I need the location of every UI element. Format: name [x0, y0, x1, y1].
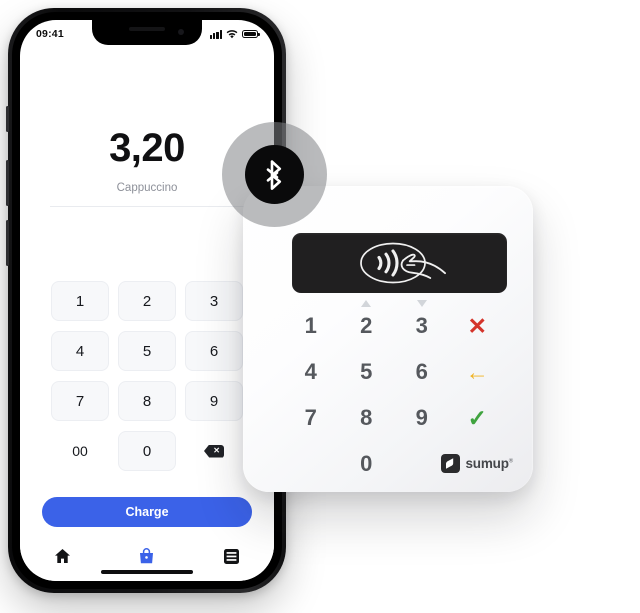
reader-key-2[interactable]: 2	[339, 300, 395, 340]
reader-key-label: 9	[415, 405, 428, 430]
phone-volume-up-button[interactable]	[6, 160, 9, 206]
reader-key-label: 1	[304, 313, 317, 338]
sumup-card-reader: 1 2 3 ✕ 4 5 6 ← 7 8 9 ✓ 0 sumup®	[243, 186, 533, 492]
contactless-payment-icon	[359, 242, 446, 284]
reader-key-label: 6	[415, 359, 428, 384]
amount-divider	[50, 206, 244, 207]
sumup-logo-icon	[440, 454, 460, 473]
wifi-icon	[226, 29, 238, 38]
battery-icon	[242, 30, 260, 38]
list-menu-icon	[224, 548, 240, 564]
bluetooth-badge-core	[245, 145, 304, 204]
scene-canvas: 09:41 3,20 Cappuccino 1 2 3 4 5 6 7 8 9 00 0 ✕	[0, 0, 640, 613]
keypad-key-label: 2	[142, 292, 152, 310]
keypad-key-0[interactable]: 0	[118, 431, 176, 471]
keypad-key-label: 5	[142, 342, 152, 360]
status-icon-group	[209, 29, 260, 39]
reader-key-label: 0	[360, 451, 373, 476]
keypad-key-label: 8	[142, 392, 152, 410]
keypad-key-2[interactable]: 2	[118, 281, 176, 321]
cancel-x-icon: ✕	[467, 312, 487, 339]
keypad-key-label: 3	[209, 292, 219, 310]
reader-key-5[interactable]: 5	[339, 358, 395, 386]
signal-bars-icon	[209, 29, 222, 39]
shopping-bag-icon	[140, 548, 154, 564]
reader-key-label: 8	[360, 405, 373, 430]
tab-sell[interactable]	[130, 544, 164, 568]
charge-button[interactable]: Charge	[42, 497, 252, 527]
reader-key-label: 3	[415, 313, 428, 338]
reader-key-0[interactable]: 0	[339, 450, 395, 478]
keypad-key-label: 7	[75, 392, 85, 410]
reader-key-label: 5	[360, 359, 373, 384]
keypad-key-label: 0	[142, 442, 152, 460]
tab-home[interactable]	[45, 544, 79, 568]
phone-volume-down-button[interactable]	[6, 220, 9, 266]
reader-key-3[interactable]: 3	[394, 300, 450, 340]
reader-key-4[interactable]: 4	[283, 358, 339, 386]
bottom-tab-bar[interactable]	[20, 539, 274, 581]
charge-button-label: Charge	[125, 505, 169, 519]
reader-key-6[interactable]: 6	[394, 358, 450, 386]
bluetooth-icon	[266, 159, 281, 190]
reader-key-8[interactable]: 8	[339, 404, 395, 432]
keypad-key-9[interactable]: 9	[185, 381, 243, 421]
sumup-brand-logo: sumup®	[440, 454, 514, 473]
reader-key-back[interactable]: ←	[450, 358, 506, 386]
keypad-key-label: 00	[72, 443, 88, 459]
up-triangle-icon	[361, 300, 372, 307]
status-bar: 09:41	[20, 20, 274, 46]
home-indicator	[101, 570, 193, 574]
keypad-key-label: 1	[75, 292, 85, 310]
tab-more[interactable]	[215, 544, 249, 568]
keypad-key-4[interactable]: 4	[51, 331, 109, 371]
reader-key-label: 2	[360, 313, 373, 338]
status-time: 09:41	[36, 28, 64, 40]
keypad-key-label: 4	[75, 342, 85, 360]
sumup-wordmark-text: sumup	[465, 456, 509, 471]
phone-keypad[interactable]: 1 2 3 4 5 6 7 8 9 00 0 ✕	[51, 281, 243, 471]
keypad-key-label: 6	[209, 342, 219, 360]
bluetooth-pairing-badge[interactable]	[222, 122, 327, 227]
phone-silent-switch[interactable]	[6, 106, 9, 132]
keypad-key-3[interactable]: 3	[185, 281, 243, 321]
keypad-key-5[interactable]: 5	[118, 331, 176, 371]
reader-key-confirm[interactable]: ✓	[450, 404, 506, 432]
down-triangle-icon	[416, 300, 427, 307]
keypad-key-00[interactable]: 00	[51, 431, 109, 471]
sumup-wordmark: sumup®	[466, 456, 514, 471]
keypad-key-1[interactable]: 1	[51, 281, 109, 321]
reader-key-label: 4	[304, 359, 317, 384]
nfc-contactless-strip[interactable]	[292, 233, 507, 293]
keypad-key-7[interactable]: 7	[51, 381, 109, 421]
keypad-key-6[interactable]: 6	[185, 331, 243, 371]
reader-key-label: 7	[304, 405, 317, 430]
reader-key-cancel[interactable]: ✕	[450, 312, 506, 340]
reader-key-7[interactable]: 7	[283, 404, 339, 432]
reader-key-9[interactable]: 9	[394, 404, 450, 432]
keypad-key-8[interactable]: 8	[118, 381, 176, 421]
phone-screen: 09:41 3,20 Cappuccino 1 2 3 4 5 6 7 8 9 00 0 ✕	[20, 20, 274, 581]
keypad-key-label: 9	[209, 392, 219, 410]
back-arrow-icon: ←	[465, 358, 489, 385]
home-icon	[54, 549, 70, 563]
confirm-check-icon: ✓	[467, 404, 487, 431]
registered-mark: ®	[508, 458, 513, 465]
reader-key-1[interactable]: 1	[283, 312, 339, 340]
backspace-icon: ✕	[204, 444, 224, 458]
keypad-backspace-button[interactable]: ✕	[185, 431, 243, 471]
